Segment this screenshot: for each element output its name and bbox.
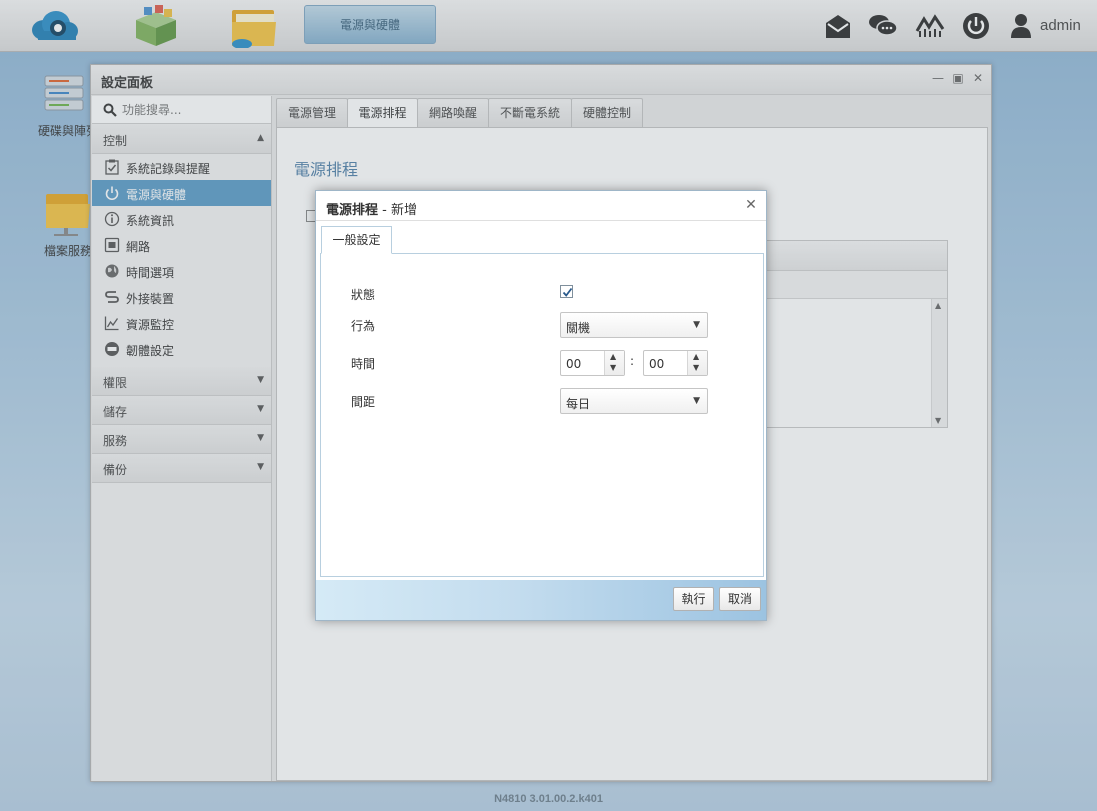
- minute-stepper[interactable]: 00 ▲ ▼: [643, 350, 708, 376]
- dialog-footer: 執行 取消: [316, 580, 766, 620]
- close-icon[interactable]: ✕: [744, 197, 758, 213]
- increment-icon[interactable]: ▲: [610, 352, 616, 361]
- minute-value: 00: [649, 357, 665, 371]
- dialog-title-main: 電源排程: [326, 203, 379, 218]
- minute-stepper-buttons[interactable]: ▲ ▼: [687, 351, 707, 375]
- decrement-icon[interactable]: ▼: [610, 363, 616, 372]
- hour-stepper-buttons[interactable]: ▲ ▼: [604, 351, 624, 375]
- dialog-form: 狀態 行為 關機 ▼ 時間 00 ▲ ▼ : 00 ▲ ▼ 間距 每日 ▼: [320, 253, 764, 577]
- cancel-button[interactable]: 取消: [719, 587, 761, 611]
- increment-icon[interactable]: ▲: [693, 352, 699, 361]
- hour-value: 00: [566, 357, 582, 371]
- checkmark-icon: [562, 287, 573, 297]
- time-separator: :: [630, 354, 635, 368]
- tab-general-settings[interactable]: 一般設定: [321, 226, 392, 254]
- dialog-title: 電源排程 - 新增: [326, 199, 417, 218]
- status-label: 狀態: [351, 288, 376, 302]
- interval-select-value: 每日: [566, 397, 591, 411]
- action-select-value: 關機: [566, 321, 591, 335]
- status-checkbox[interactable]: [560, 285, 573, 298]
- hour-stepper[interactable]: 00 ▲ ▼: [560, 350, 625, 376]
- action-label: 行為: [351, 319, 376, 333]
- dialog-header[interactable]: 電源排程 - 新增 ✕: [316, 191, 766, 221]
- time-label: 時間: [351, 357, 376, 371]
- power-schedule-dialog: 電源排程 - 新增 ✕ 一般設定 狀態 行為 關機 ▼ 時間 00 ▲ ▼ : …: [315, 190, 767, 621]
- interval-label: 間距: [351, 395, 376, 409]
- dialog-title-sub: - 新增: [378, 203, 417, 218]
- apply-button[interactable]: 執行: [673, 587, 714, 611]
- interval-select[interactable]: 每日 ▼: [560, 388, 708, 414]
- decrement-icon[interactable]: ▼: [693, 363, 699, 372]
- chevron-down-icon: ▼: [693, 320, 700, 330]
- action-select[interactable]: 關機 ▼: [560, 312, 708, 338]
- chevron-down-icon: ▼: [693, 396, 700, 406]
